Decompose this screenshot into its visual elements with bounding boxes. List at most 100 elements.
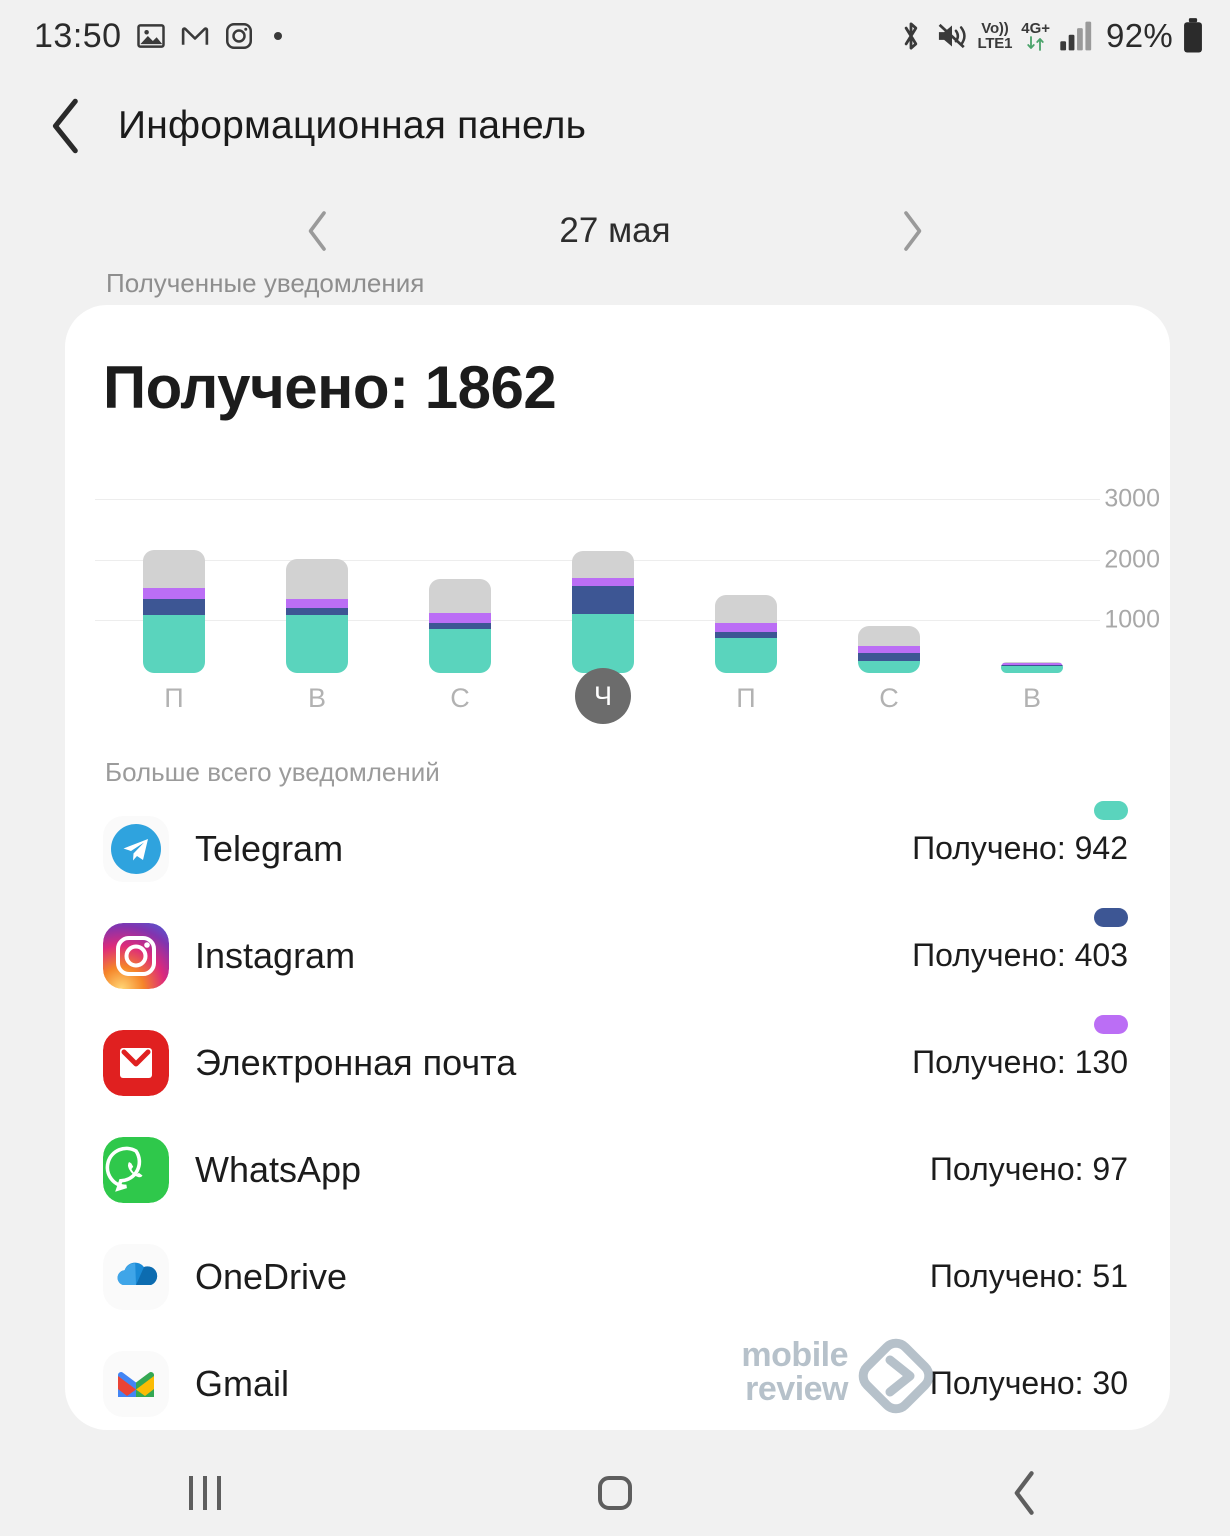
bar-segment (286, 614, 348, 673)
volte-icon: Vo)) LTE1 (978, 21, 1013, 51)
status-bar-left: 13:50 (34, 17, 282, 56)
battery-percent-label: 92% (1106, 17, 1173, 54)
bar-column[interactable] (858, 625, 920, 673)
bar-column[interactable] (429, 578, 491, 673)
day-label[interactable]: П (143, 683, 205, 714)
app-row[interactable]: Gmail Получено: 30 (65, 1330, 1170, 1437)
bar-column[interactable] (143, 550, 205, 673)
recents-button[interactable] (125, 1450, 285, 1536)
app-count-label: Получено: 51 (929, 1258, 1128, 1294)
app-row[interactable]: WhatsApp Получено: 97 (65, 1116, 1170, 1223)
prev-day-button[interactable] (290, 203, 346, 259)
day-label[interactable]: В (1001, 683, 1063, 714)
bar-segment (429, 622, 491, 630)
day-label[interactable]: П (715, 683, 777, 714)
legend-color-dot (1094, 801, 1128, 820)
bar-column[interactable] (715, 595, 777, 673)
app-name-label: Электронная почта (195, 1041, 517, 1083)
battery-icon (1182, 18, 1204, 54)
legend-color-dot (1094, 908, 1128, 927)
network-type-label: 4G+ (1021, 20, 1051, 37)
recents-icon (189, 1476, 221, 1510)
bar-segment (715, 595, 777, 624)
bar-column[interactable] (1001, 662, 1063, 673)
received-notifications-caption: Полученные уведомления (106, 268, 425, 298)
watermark-line1: mobile (741, 1336, 848, 1374)
home-icon (598, 1476, 632, 1510)
telegram-icon (103, 815, 169, 882)
app-bar: Информационная панель (0, 72, 1230, 180)
app-name-label: OneDrive (195, 1255, 348, 1297)
app-count-label: Получено: 942 (912, 830, 1128, 866)
app-name-label: Gmail (195, 1362, 290, 1404)
watermark-text: mobile review (708, 1338, 848, 1406)
app-name-label: Instagram (195, 934, 356, 976)
app-row[interactable]: OneDrive Получено: 51 (65, 1223, 1170, 1330)
dot-indicator-icon (273, 32, 282, 40)
mobile-review-watermark: mobile review (708, 1330, 938, 1422)
onedrive-icon (103, 1243, 169, 1310)
bar-segment (572, 551, 634, 579)
instagram-icon (103, 922, 169, 989)
app-count-label: Получено: 403 (912, 937, 1128, 973)
signal-icon (1059, 20, 1093, 52)
day-label[interactable]: В (286, 683, 348, 714)
app-count-label: Получено: 130 (912, 1044, 1128, 1080)
gmail-icon (103, 1350, 169, 1417)
bar-segment (858, 646, 920, 653)
date-navigator: 27 мая (290, 196, 940, 266)
app-count-label: Получено: 30 (929, 1365, 1128, 1401)
bar-segment (572, 586, 634, 614)
bar-segment (429, 629, 491, 673)
watermark-logo-icon (858, 1338, 934, 1414)
day-label[interactable]: С (429, 683, 491, 714)
nav-back-button[interactable] (945, 1450, 1105, 1536)
bar-segment (286, 558, 348, 599)
app-name-label: Telegram (195, 827, 344, 869)
app-count-label: Получено: 97 (929, 1151, 1128, 1187)
received-total-title: Получено: 1862 (103, 354, 557, 421)
legend-color-dot (1094, 1015, 1128, 1034)
bar-segment (572, 613, 634, 673)
bar-segment (858, 660, 920, 673)
home-button[interactable] (535, 1450, 695, 1536)
bar-segment (858, 653, 920, 661)
bar-segment (715, 637, 777, 673)
next-day-button[interactable] (884, 203, 940, 259)
top-apps-list: Telegram Получено: 942 Instagram Получено: … (65, 795, 1170, 1437)
status-clock: 13:50 (34, 16, 122, 55)
email-icon (103, 1029, 169, 1096)
day-label-selected[interactable]: Ч (575, 668, 631, 724)
nav-back-icon (1014, 1471, 1034, 1515)
instagram-icon (224, 21, 254, 51)
bar-column[interactable] (286, 558, 348, 673)
ytick-label-1000: 1000 (1104, 605, 1160, 634)
status-bar-right: Vo)) LTE1 4G+ 92% (896, 17, 1205, 55)
notifications-bar-chart: 1000 2000 3000 П В С Ч П С В (65, 465, 1170, 725)
volte-line1: Vo)) (981, 20, 1009, 37)
4g-plus-icon: 4G+ (1021, 21, 1050, 51)
bluetooth-icon (896, 19, 926, 53)
app-name-label: WhatsApp (195, 1148, 362, 1190)
page-title: Информационная панель (118, 104, 587, 147)
current-date-label: 27 мая (559, 211, 671, 250)
day-label[interactable]: С (858, 683, 920, 714)
ytick-label-3000: 3000 (1104, 484, 1160, 513)
app-row[interactable]: Электронная почта Получено: 130 (65, 1009, 1170, 1116)
app-row[interactable]: Telegram Получено: 942 (65, 795, 1170, 902)
most-notifications-caption: Больше всего уведомлений (105, 757, 440, 787)
watermark-line2: review (745, 1370, 848, 1408)
bar-segment (429, 612, 491, 623)
volte-line2: LTE1 (977, 35, 1013, 52)
ytick-label-2000: 2000 (1104, 545, 1160, 574)
back-arrow-icon[interactable] (30, 98, 104, 154)
bar-segment (143, 550, 205, 589)
bar-segment (286, 599, 348, 609)
bar-segment (1001, 666, 1063, 673)
mute-vibrate-icon (935, 20, 969, 52)
app-row[interactable]: Instagram Получено: 403 (65, 902, 1170, 1009)
bar-segment (143, 588, 205, 599)
bar-segment (429, 578, 491, 613)
bar-column[interactable] (572, 551, 634, 673)
bar-segment (143, 599, 205, 616)
